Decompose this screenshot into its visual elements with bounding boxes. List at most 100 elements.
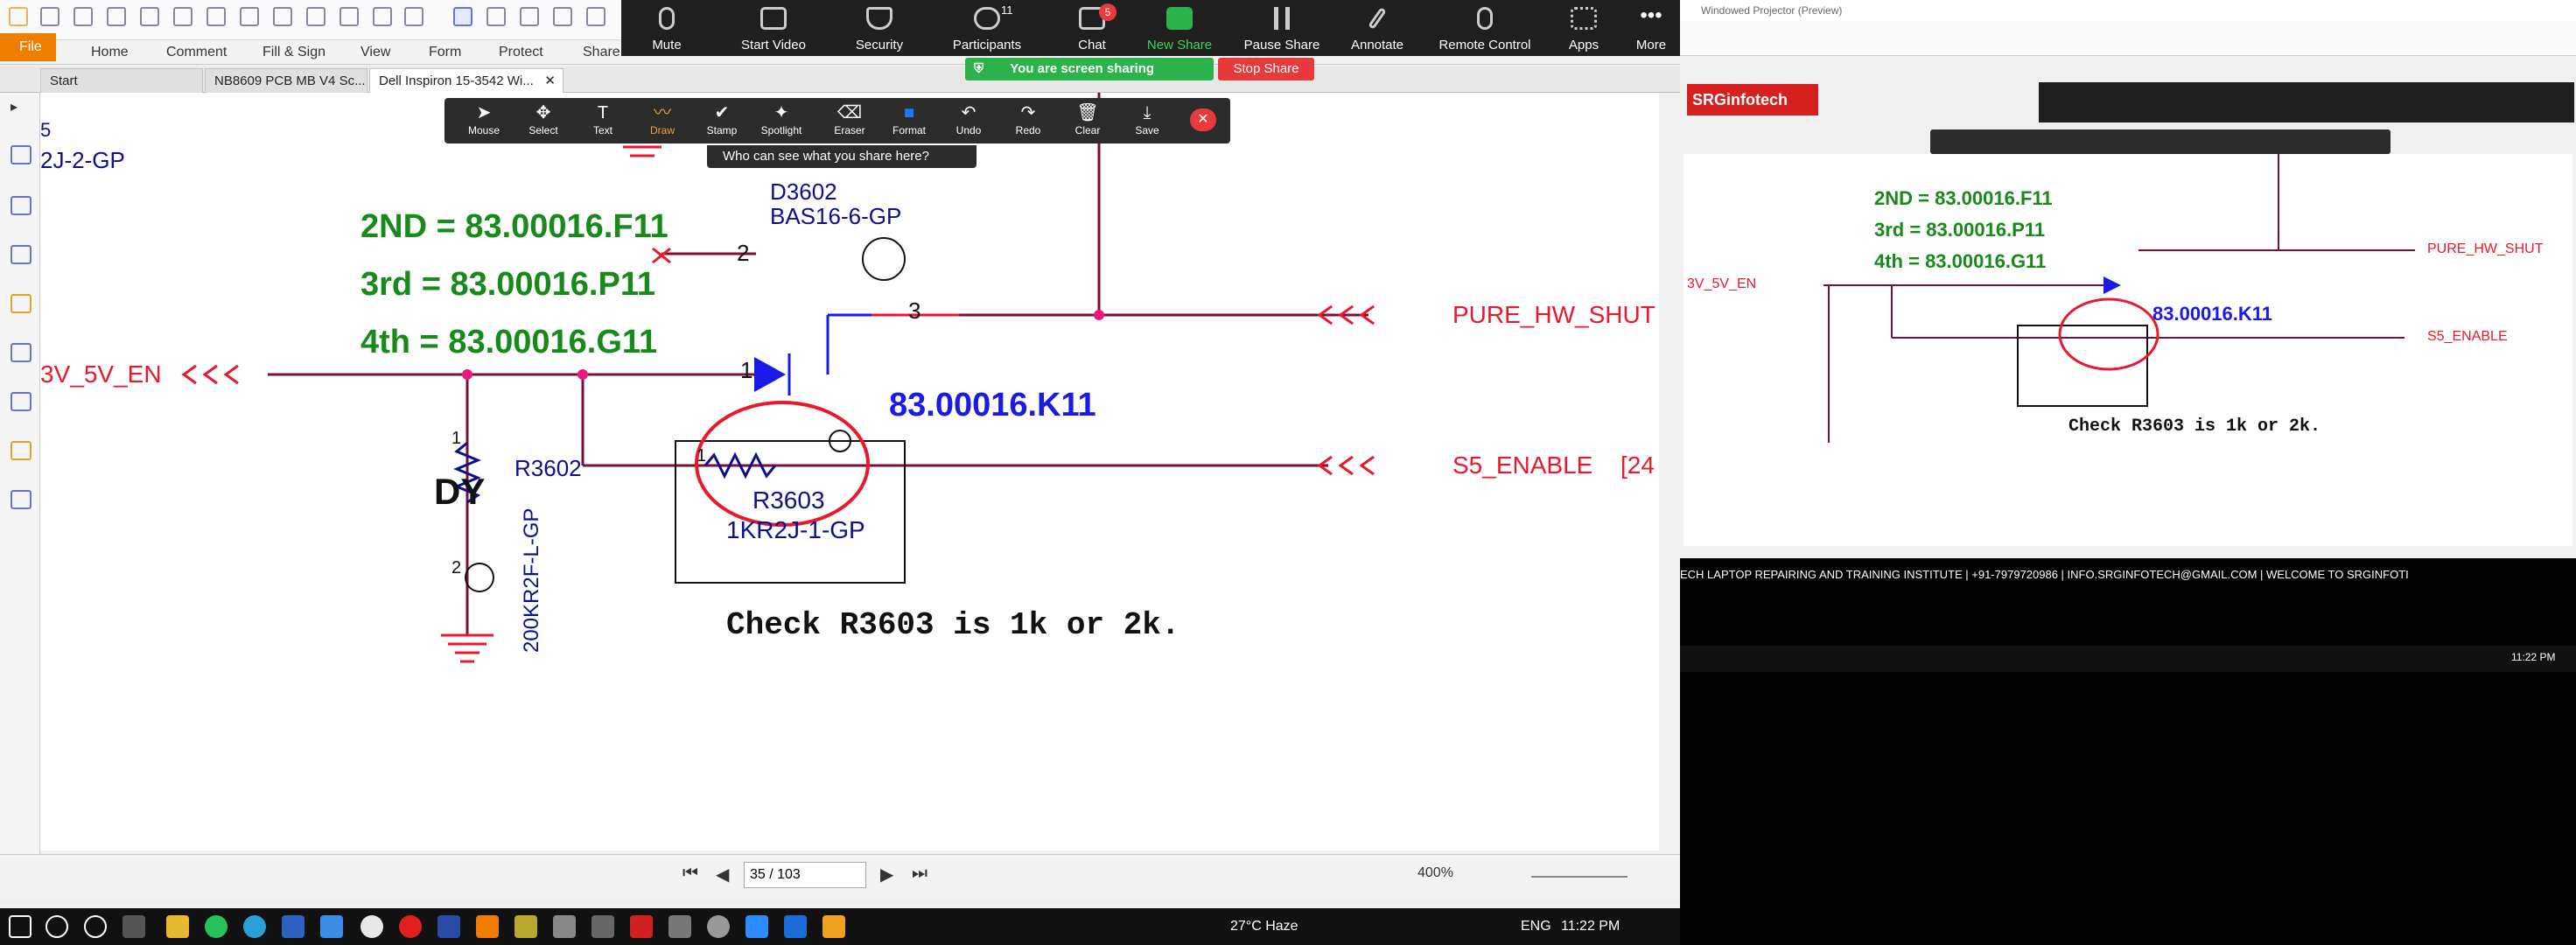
prev-page-icon[interactable]: ◀	[716, 864, 729, 886]
menu-comment[interactable]: Comment	[166, 40, 227, 65]
signature-icon[interactable]	[10, 392, 32, 411]
lock-icon[interactable]	[10, 441, 32, 460]
preview-net-s5: S5_ENABLE	[2427, 329, 2508, 344]
language-indicator[interactable]: ENG	[1521, 919, 1551, 934]
print-icon[interactable]	[107, 7, 126, 26]
app-icon-10[interactable]	[822, 915, 845, 938]
clock[interactable]: 11:22 PM	[1561, 919, 1620, 934]
save-icon[interactable]	[74, 7, 93, 26]
attachment-icon[interactable]	[10, 343, 32, 362]
zoom-level[interactable]: 400%	[1418, 865, 1453, 881]
file-menu-button[interactable]: File	[0, 33, 56, 61]
app-icon-3[interactable]	[514, 915, 537, 938]
app-icon-7[interactable]	[668, 915, 691, 938]
chrome-icon[interactable]	[360, 915, 383, 938]
zoom-in-icon[interactable]	[240, 7, 259, 26]
collapse-arrow-icon[interactable]: ▸	[10, 98, 32, 117]
bookmark-icon[interactable]	[10, 145, 32, 164]
app-icon-5[interactable]	[592, 915, 614, 938]
app-icon-6[interactable]	[630, 915, 653, 938]
mute-button[interactable]: Mute	[621, 0, 712, 56]
cortana-icon[interactable]	[84, 915, 107, 938]
zoom-slider[interactable]	[1531, 876, 1628, 878]
annot-select[interactable]: ✥ Select	[516, 102, 570, 142]
select-tool-icon[interactable]	[340, 7, 359, 26]
annot-stamp[interactable]: ✔ Stamp	[695, 102, 749, 142]
annot-close-icon[interactable]: ✕	[1190, 108, 1216, 131]
annot-text[interactable]: T Text	[576, 102, 630, 142]
link-icon[interactable]	[586, 7, 606, 26]
last-page-icon[interactable]: ⏭	[912, 864, 928, 884]
r3603-part: 1KR2J-1-GP	[726, 516, 865, 543]
annot-save[interactable]: ⤓ Save	[1120, 102, 1174, 142]
menu-view[interactable]: View	[360, 40, 390, 65]
comments-icon[interactable]	[10, 294, 32, 313]
remote-control-button[interactable]: Remote Control	[1426, 0, 1544, 56]
tools-icon[interactable]	[10, 490, 32, 509]
text-tool-icon[interactable]	[306, 7, 326, 26]
start-video-button[interactable]: Start Video	[719, 0, 828, 56]
more-button[interactable]: ••• More	[1619, 0, 1680, 56]
annot-draw[interactable]: 〰 Draw	[635, 102, 690, 142]
who-can-see-link[interactable]: Who can see what you share here?	[707, 145, 976, 168]
annot-eraser[interactable]: ⌫ Eraser	[822, 102, 877, 142]
menu-home[interactable]: Home	[91, 40, 129, 65]
hand-icon[interactable]	[206, 7, 226, 26]
opera-icon[interactable]	[399, 915, 422, 938]
tab-dell-inspiron[interactable]: Dell Inspiron 15-3542 Wi... ✕	[369, 68, 564, 93]
crop-icon[interactable]	[373, 7, 392, 26]
annot-clear[interactable]: 🗑 Clear	[1060, 102, 1115, 142]
typewriter-icon[interactable]	[404, 7, 424, 26]
undo-icon[interactable]	[140, 7, 159, 26]
textbox-icon[interactable]	[553, 7, 572, 26]
tab-nb8609[interactable]: NB8609 PCB MB V4 Sc...	[205, 68, 368, 93]
rectangle-icon[interactable]	[520, 7, 539, 26]
security-button[interactable]: Security	[831, 0, 928, 56]
app-icon-9[interactable]	[784, 915, 807, 938]
eraser-icon[interactable]	[486, 7, 506, 26]
chat-label: Chat	[1078, 38, 1106, 52]
weather-text[interactable]: 27°C Haze	[1230, 919, 1298, 934]
annot-spotlight[interactable]: ✦ Spotlight	[754, 102, 808, 142]
app-icon[interactable]	[282, 915, 304, 938]
participants-button[interactable]: 11 Participants	[928, 0, 1046, 56]
pencil-icon[interactable]	[453, 7, 472, 26]
pause-share-button[interactable]: Pause Share	[1234, 0, 1330, 56]
open-icon[interactable]	[40, 7, 60, 26]
app-icon-8[interactable]	[707, 915, 730, 938]
apps-button[interactable]: Apps	[1549, 0, 1619, 56]
word-icon[interactable]	[438, 915, 460, 938]
search-icon[interactable]	[46, 915, 68, 938]
pages-icon[interactable]	[10, 196, 32, 215]
menu-protect[interactable]: Protect	[499, 40, 543, 65]
windows-start-icon[interactable]	[9, 915, 32, 938]
first-page-icon[interactable]: ⏮	[682, 864, 698, 884]
app-icon-2[interactable]	[320, 915, 343, 938]
zoom-out-icon[interactable]	[273, 7, 292, 26]
annot-undo[interactable]: ↶ Undo	[942, 102, 996, 142]
task-view-icon[interactable]	[122, 915, 145, 938]
new-share-button[interactable]: New Share	[1129, 0, 1230, 56]
menu-form[interactable]: Form	[429, 40, 461, 65]
annot-mouse[interactable]: ➤ Mouse	[457, 102, 511, 142]
tab-close-icon[interactable]: ✕	[544, 69, 556, 93]
next-page-icon[interactable]: ▶	[880, 864, 893, 886]
tab-start[interactable]: Start	[40, 68, 203, 93]
save-download-icon: ⤓	[1143, 103, 1152, 122]
redo-icon[interactable]	[173, 7, 192, 26]
whatsapp-icon[interactable]	[205, 915, 228, 938]
pdf-app-icon[interactable]	[476, 915, 499, 938]
chat-button[interactable]: 5 Chat	[1057, 0, 1127, 56]
stop-share-button[interactable]: Stop Share	[1218, 58, 1314, 80]
page-number-field[interactable]: 35 / 103	[744, 862, 866, 888]
app-icon-4[interactable]	[553, 915, 576, 938]
annot-redo[interactable]: ↷ Redo	[1001, 102, 1055, 142]
file-explorer-icon[interactable]	[166, 915, 189, 938]
zoom-icon[interactable]	[746, 915, 768, 938]
annot-format[interactable]: ■ Format	[882, 102, 936, 142]
layers-icon[interactable]	[10, 245, 32, 264]
telegram-icon[interactable]	[243, 915, 266, 938]
menu-fill-sign[interactable]: Fill & Sign	[262, 40, 326, 65]
menu-share[interactable]: Share	[583, 40, 620, 65]
annotate-button[interactable]: Annotate	[1334, 0, 1421, 56]
